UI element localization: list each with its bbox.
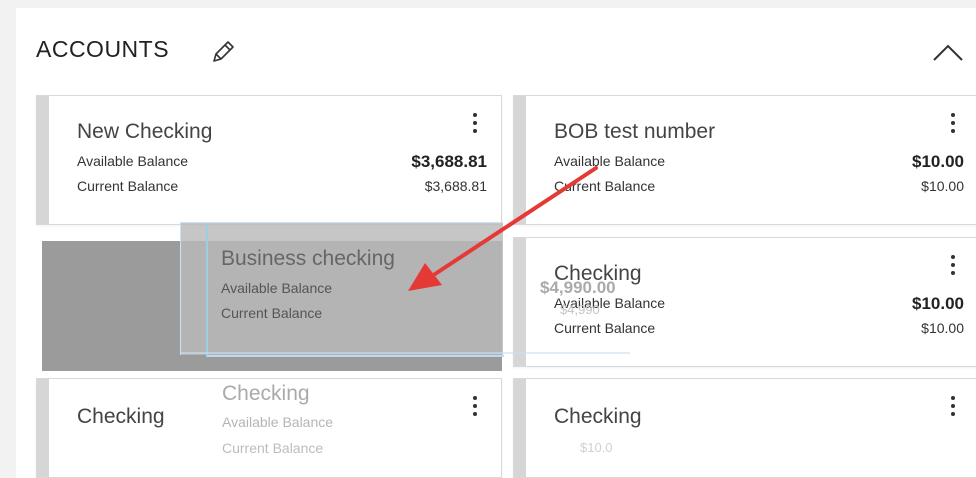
card-accent-bar (514, 379, 526, 477)
current-balance-value: $10.00 (921, 320, 964, 336)
drag-guide-line (180, 352, 630, 354)
card-accent-bar (37, 379, 49, 477)
card-accent-bar (514, 238, 526, 366)
chevron-up-icon[interactable] (928, 38, 968, 66)
ghost-current-label: Current Balance (222, 440, 324, 456)
available-balance-label: Available Balance (221, 280, 333, 296)
account-name: Business checking (221, 247, 395, 270)
account-card[interactable]: New Checking Available Balance $3,688.81… (36, 95, 502, 225)
available-balance-label: Available Balance (77, 153, 189, 169)
kebab-menu-icon[interactable] (946, 111, 960, 137)
account-name: Checking (77, 405, 165, 428)
account-name: Checking (554, 405, 642, 428)
account-card[interactable]: BOB test number Available Balance $10.00… (513, 95, 976, 225)
current-balance-label: Current Balance (221, 305, 323, 321)
kebab-menu-icon[interactable] (946, 394, 960, 420)
current-balance-label: Current Balance (554, 320, 656, 336)
pencil-icon[interactable] (208, 37, 238, 67)
kebab-menu-icon[interactable] (468, 394, 482, 420)
current-balance-label: Current Balance (77, 178, 179, 194)
kebab-menu-icon[interactable] (946, 253, 960, 279)
faint-value: $10.0 (580, 440, 613, 455)
account-name: BOB test number (554, 120, 716, 143)
current-balance-label: Current Balance (554, 178, 656, 194)
available-balance-value: $3,688.81 (411, 152, 487, 171)
ghost-available-label: Available Balance (222, 414, 334, 430)
current-balance-value: $3,688.81 (424, 178, 487, 194)
faint-current-value: $4,990 (560, 302, 600, 317)
available-balance-value: $10.00 (912, 152, 964, 171)
available-balance-value: $10.00 (912, 294, 964, 313)
card-accent-bar (514, 96, 526, 224)
account-name: New Checking (77, 120, 213, 143)
kebab-menu-icon[interactable] (468, 111, 482, 137)
available-balance-label: Available Balance (554, 153, 666, 169)
account-card[interactable]: Checking (513, 378, 976, 478)
section-title: ACCOUNTS (36, 36, 170, 62)
faint-available-value: $4,990.00 (540, 278, 616, 297)
card-accent-bar (37, 96, 49, 224)
ghost-account-name: Checking (222, 382, 310, 405)
dragging-card[interactable]: Business checking Available Balance Curr… (180, 222, 504, 357)
current-balance-value: $10.00 (921, 178, 964, 194)
